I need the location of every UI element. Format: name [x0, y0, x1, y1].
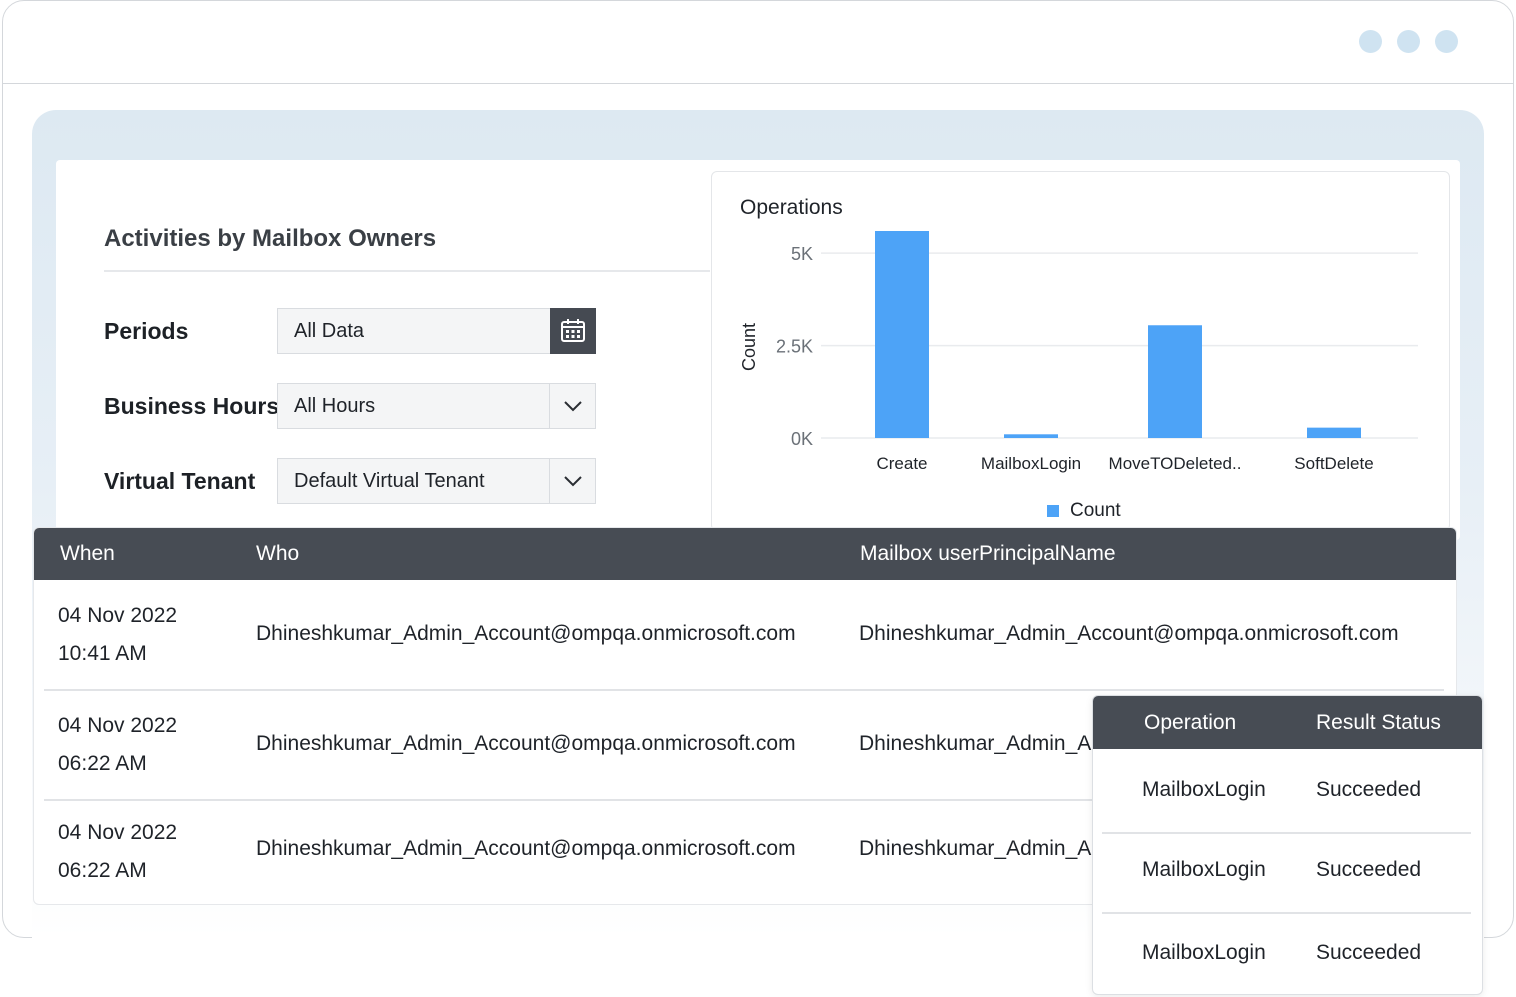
calendar-icon [561, 319, 585, 342]
popup-row-divider [1102, 832, 1471, 834]
legend-swatch [1047, 505, 1059, 517]
y-tick-label: 2.5K [776, 337, 813, 357]
time-text: 10:41 AM [58, 642, 147, 665]
column-header-mailbox[interactable]: Mailbox userPrincipalName [860, 542, 1116, 566]
time-text: 06:22 AM [58, 752, 147, 775]
business-hours-select[interactable]: All Hours [277, 383, 596, 429]
window-titlebar [3, 1, 1513, 84]
when-cell: 04 Nov 2022 06:22 AM [58, 707, 177, 783]
date-text: 04 Nov 2022 [58, 604, 178, 627]
mailbox-cell: Dhineshkumar_Admin_A [859, 732, 1092, 755]
report-title: Activities by Mailbox Owners [104, 225, 437, 252]
mailbox-cell: Dhineshkumar_Admin_Account@ompqa.onmicro… [859, 622, 1399, 645]
virtual-tenant-value: Default Virtual Tenant [294, 470, 485, 492]
date-text: 04 Nov 2022 [58, 714, 178, 737]
x-tick-label: MoveTODeleted.. [1109, 454, 1242, 473]
column-header-who[interactable]: Who [256, 542, 299, 566]
periods-value: All Data [294, 320, 365, 342]
title-divider [104, 270, 710, 272]
who-cell: Dhineshkumar_Admin_Account@ompqa.onmicro… [256, 732, 796, 755]
operations-bar-chart: 0K 2.5K 5K Count Create MailboxLogin MoveTODel… [739, 231, 1418, 521]
business-hours-label: Business Hours [104, 393, 280, 419]
who-cell: Dhineshkumar_Admin_Account@ompqa.onmicro… [256, 837, 796, 860]
virtual-tenant-label: Virtual Tenant [104, 468, 256, 494]
y-tick-label: 0K [791, 429, 813, 449]
bar[interactable] [1004, 434, 1058, 438]
virtual-tenant-dropdown-button[interactable] [549, 459, 595, 503]
popup-column-operation[interactable]: Operation [1144, 711, 1236, 735]
legend-label[interactable]: Count [1070, 500, 1121, 521]
bar[interactable] [1148, 325, 1202, 438]
operation-cell: MailboxLogin [1142, 941, 1266, 964]
business-hours-value: All Hours [294, 395, 376, 417]
operation-detail-popup: Operation Result Status MailboxLogin Suc… [1092, 695, 1483, 995]
mailbox-cell: Dhineshkumar_Admin_A [859, 837, 1092, 860]
column-header-when[interactable]: When [60, 542, 115, 566]
when-cell: 04 Nov 2022 06:22 AM [58, 814, 177, 890]
popup-row-divider [1102, 912, 1471, 914]
operation-cell: MailboxLogin [1142, 778, 1266, 801]
chevron-down-icon [563, 476, 582, 487]
window-control-dot[interactable] [1435, 30, 1458, 53]
periods-field[interactable]: All Data [277, 308, 596, 354]
time-text: 06:22 AM [58, 859, 147, 882]
table-header: When Who Mailbox userPrincipalName [34, 528, 1456, 580]
result-status-cell: Succeeded [1316, 778, 1422, 801]
who-cell: Dhineshkumar_Admin_Account@ompqa.onmicro… [256, 622, 796, 645]
virtual-tenant-select[interactable]: Default Virtual Tenant [277, 458, 596, 504]
periods-label: Periods [104, 318, 189, 344]
when-cell: 04 Nov 2022 10:41 AM [58, 597, 177, 673]
y-tick-label: 5K [791, 244, 813, 264]
chevron-down-icon [563, 401, 582, 412]
window-control-dot[interactable] [1397, 30, 1420, 53]
x-tick-label: MailboxLogin [981, 454, 1081, 473]
popup-header: Operation Result Status [1093, 696, 1482, 749]
operation-cell: MailboxLogin [1142, 858, 1266, 881]
business-hours-dropdown-button[interactable] [549, 384, 595, 428]
bar[interactable] [1307, 427, 1361, 438]
result-status-cell: Succeeded [1316, 858, 1422, 881]
y-axis-label: Count [739, 323, 759, 371]
date-text: 04 Nov 2022 [58, 821, 178, 844]
x-tick-label: Create [876, 454, 927, 473]
popup-column-result-status[interactable]: Result Status [1316, 711, 1441, 735]
table-row[interactable]: 04 Nov 2022 10:41 AM Dhineshkumar_Admin_… [44, 581, 1444, 691]
calendar-button[interactable] [550, 308, 596, 354]
bar[interactable] [875, 231, 929, 438]
x-tick-label: SoftDelete [1294, 454, 1373, 473]
result-status-cell: Succeeded [1316, 941, 1422, 964]
window-control-dot[interactable] [1359, 30, 1382, 53]
